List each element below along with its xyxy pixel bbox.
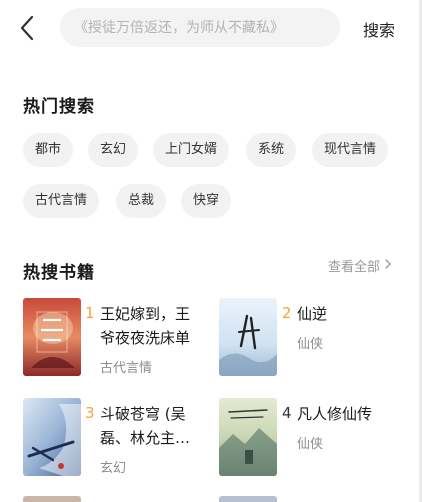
rank-number: 3 [85,404,95,422]
chevron-left-icon [14,12,44,44]
chevron-right-icon [383,258,393,274]
tag-shangmen-nvxu[interactable]: 上门女婿 [153,133,230,167]
book-genre: 玄幻 [100,461,127,476]
tag-dushi[interactable]: 都市 [23,133,74,167]
tag-zongcai[interactable]: 总裁 [116,184,167,218]
book-title-line1: 王妃嫁到，王 [100,305,191,323]
hot-search-title: 热门搜索 [23,97,95,117]
book-cover-image [23,298,81,376]
book-title-line1: 斗破苍穹 (吴 [100,405,186,423]
rank-number: 1 [85,304,95,322]
book-genre: 仙侠 [297,437,324,452]
back-button[interactable] [14,12,44,44]
tag-xuanhuan[interactable]: 玄幻 [88,133,139,167]
book-cover-image [23,398,81,476]
book-cover-image [23,496,81,502]
book-item[interactable]: 1 王妃嫁到，王 爷夜夜洗床单 古代言情 [23,298,203,378]
tag-xitong[interactable]: 系统 [246,133,297,167]
search-button[interactable]: 搜索 [363,17,395,41]
book-genre: 古代言情 [100,361,153,376]
book-title-line2: 爷夜夜洗床单 [100,329,191,347]
rank-number: 2 [282,304,292,322]
search-box[interactable] [60,8,340,47]
book-item[interactable]: 2 仙逆 仙侠 [219,298,409,378]
book-genre: 仙侠 [297,337,324,352]
book-title-line1: 仙逆 [297,305,328,323]
book-title-line2: 磊、林允主… [100,429,191,447]
tag-xiandai-yanqing[interactable]: 现代言情 [312,133,389,167]
hot-books-title: 热搜书籍 [23,263,95,283]
book-item[interactable]: 3 斗破苍穹 (吴 磊、林允主… 玄幻 [23,398,213,478]
book-item[interactable]: 4 凡人修仙传 仙侠 [219,398,409,478]
book-cover-image [219,298,277,376]
view-all-label: 查看全部 [328,260,381,275]
tag-gudai-yanqing[interactable]: 古代言情 [23,184,100,218]
rank-number: 4 [282,404,292,422]
book-cover-image [219,398,277,476]
top-bar: 搜索 [0,0,419,56]
tag-kuaichuan[interactable]: 快穿 [181,184,232,218]
view-all-link[interactable]: 查看全部 [328,256,393,275]
search-input[interactable] [60,8,340,47]
book-cover-image [219,496,277,502]
book-title-line1: 凡人修仙传 [297,405,373,423]
